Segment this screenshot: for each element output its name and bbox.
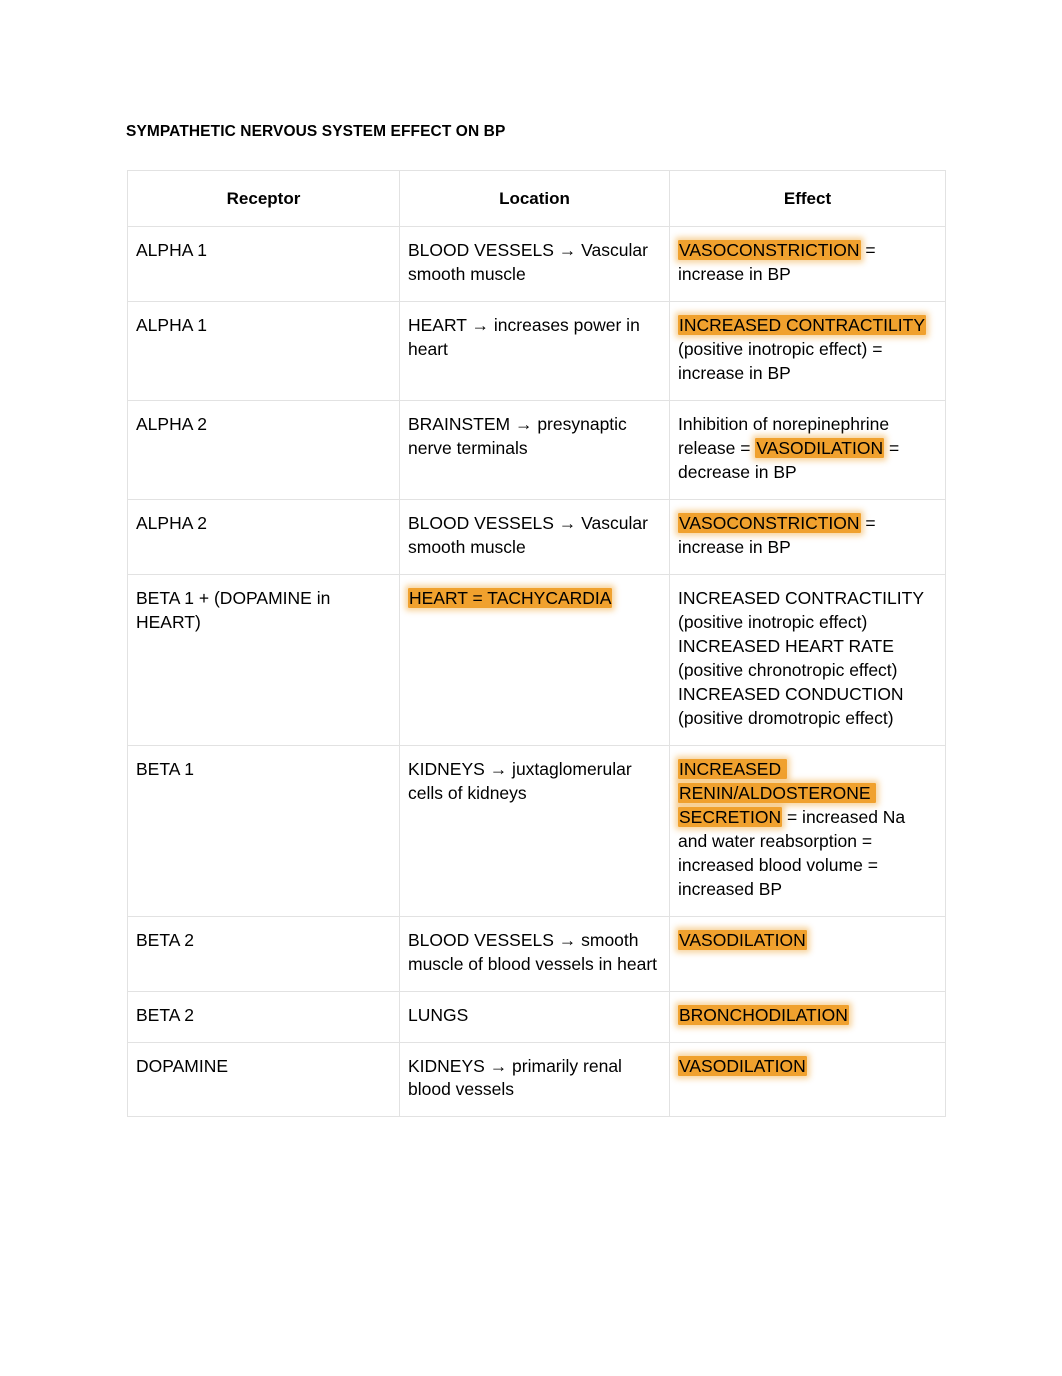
column-header-receptor: Receptor (127, 169, 400, 228)
cell-location: KIDNEYS → primarily renal blood vessels (399, 1041, 670, 1118)
table-row: BETA 1 KIDNEYS → juxtaglomerular cells of… (127, 744, 946, 917)
effect-highlight: VASODILATION (678, 929, 807, 950)
cell-location: BRAINSTEM → presynaptic nerve terminals (399, 400, 670, 501)
table-row: ALPHA 2 BLOOD VESSELS → Vascular smooth m… (127, 499, 946, 575)
location-text: LUNGS (408, 1004, 469, 1025)
cell-location: BLOOD VESSELS → Vascular smooth muscle (399, 226, 670, 303)
table-header-row: Receptor Location Effect (127, 169, 946, 228)
effect-highlight: VASODILATION (755, 438, 885, 459)
cell-location: HEART → increases power in heart (399, 301, 670, 402)
receptor-text: BETA 2 (136, 929, 195, 950)
effect-highlight: VASOCONSTRICTION (678, 513, 861, 534)
receptor-text: BETA 1 + (DOPAMINE in HEART) (136, 587, 336, 632)
effect-highlight: INCREASED CONTRACTILITY (678, 315, 926, 336)
sns-table-container: Receptor Location Effect ALPHA 1 BLOOD VE… (127, 169, 946, 1118)
receptor-text: BETA 2 (136, 1004, 195, 1025)
receptor-text: ALPHA 1 (136, 315, 208, 336)
effect-text: VASODILATION (678, 929, 937, 953)
sympathetic-effects-table: Receptor Location Effect ALPHA 1 BLOOD VE… (127, 169, 946, 1118)
effect-highlight: VASOCONSTRICTION (678, 240, 861, 261)
location-text: BLOOD VESSELS → Vascular smooth muscle (408, 513, 653, 557)
cell-effect: VASODILATION (669, 1041, 946, 1118)
page-title: SYMPATHETIC NERVOUS SYSTEM EFFECT ON BP (126, 123, 506, 140)
table-row: DOPAMINE KIDNEYS → primarily renal blood … (127, 1041, 946, 1118)
receptor-text: BETA 1 (136, 758, 195, 779)
table-header: Receptor Location Effect (127, 169, 946, 228)
effect-text: BRONCHODILATION (678, 1004, 937, 1028)
cell-effect: VASODILATION (669, 915, 946, 992)
location-text: HEART → increases power in heart (408, 315, 645, 360)
cell-receptor: BETA 1 + (DOPAMINE in HEART) (127, 573, 400, 746)
cell-effect: VASOCONSTRICTION = increase in BP (669, 226, 946, 303)
table-body: ALPHA 1 BLOOD VESSELS → Vascular smooth m… (127, 226, 946, 1118)
cell-effect: INCREASED RENIN/ALDOSTERONE SECRETION = … (669, 744, 946, 917)
location-text: KIDNEYS → juxtaglomerular cells of kidne… (408, 758, 637, 803)
effect-highlight: VASODILATION (678, 1055, 807, 1076)
effect-text: INCREASED CONTRACTILITY (positive inotro… (678, 587, 924, 728)
cell-receptor: DOPAMINE (127, 1041, 400, 1118)
column-header-effect: Effect (669, 169, 946, 228)
table-row: BETA 2 BLOOD VESSELS → smooth muscle of b… (127, 915, 946, 992)
cell-location: HEART = TACHYCARDIA (399, 573, 670, 746)
column-header-location: Location (399, 169, 670, 228)
cell-location: KIDNEYS → juxtaglomerular cells of kidne… (399, 744, 670, 917)
cell-effect: INCREASED CONTRACTILITY (positive inotro… (669, 573, 946, 746)
cell-receptor: BETA 1 (127, 744, 400, 917)
table-row: BETA 1 + (DOPAMINE in HEART) HEART = TACH… (127, 573, 946, 746)
effect-text: INCREASED RENIN/ALDOSTERONE SECRETION = … (678, 758, 937, 902)
cell-location: LUNGS (399, 990, 670, 1043)
receptor-text: ALPHA 2 (136, 513, 208, 534)
location-text: BLOOD VESSELS → Vascular smooth muscle (408, 240, 653, 285)
cell-receptor: ALPHA 2 (127, 499, 400, 575)
location-text: HEART = TACHYCARDIA (408, 587, 661, 611)
cell-receptor: ALPHA 1 (127, 301, 400, 402)
location-text: BLOOD VESSELS → smooth muscle of blood v… (408, 929, 658, 974)
receptor-text: ALPHA 2 (136, 414, 208, 435)
cell-receptor: ALPHA 2 (127, 400, 400, 501)
location-text: BRAINSTEM → presynaptic nerve terminals (408, 414, 632, 459)
effect-text: Inhibition of norepinephrine release = V… (678, 413, 937, 485)
effect-text: INCREASED CONTRACTILITY (positive inotro… (678, 314, 937, 386)
effect-text: VASOCONSTRICTION = increase in BP (678, 239, 937, 287)
table-row: ALPHA 1 HEART → increases power in heart I… (127, 301, 946, 402)
effect-highlight: BRONCHODILATION (678, 1004, 849, 1025)
cell-receptor: BETA 2 (127, 915, 400, 992)
cell-receptor: BETA 2 (127, 990, 400, 1043)
cell-effect: Inhibition of norepinephrine release = V… (669, 400, 946, 501)
cell-location: BLOOD VESSELS → Vascular smooth muscle (399, 499, 670, 575)
cell-receptor: ALPHA 1 (127, 226, 400, 303)
cell-effect: VASOCONSTRICTION = increase in BP (669, 499, 946, 575)
document-page: SYMPATHETIC NERVOUS SYSTEM EFFECT ON BP … (0, 0, 1062, 1376)
receptor-text: DOPAMINE (136, 1055, 229, 1076)
receptor-text: ALPHA 1 (136, 240, 208, 261)
cell-effect: INCREASED CONTRACTILITY (positive inotro… (669, 301, 946, 402)
table-row: BETA 2 LUNGS BRONCHODILATION (127, 990, 946, 1043)
cell-effect: BRONCHODILATION (669, 990, 946, 1043)
effect-text: VASODILATION (678, 1055, 937, 1079)
cell-location: BLOOD VESSELS → smooth muscle of blood v… (399, 915, 670, 992)
table-row: ALPHA 2 BRAINSTEM → presynaptic nerve ter… (127, 400, 946, 501)
location-text: KIDNEYS → primarily renal blood vessels (408, 1055, 627, 1100)
effect-text: VASOCONSTRICTION = increase in BP (678, 512, 937, 560)
location-highlight: HEART = TACHYCARDIA (408, 587, 613, 608)
table-row: ALPHA 1 BLOOD VESSELS → Vascular smooth m… (127, 226, 946, 303)
